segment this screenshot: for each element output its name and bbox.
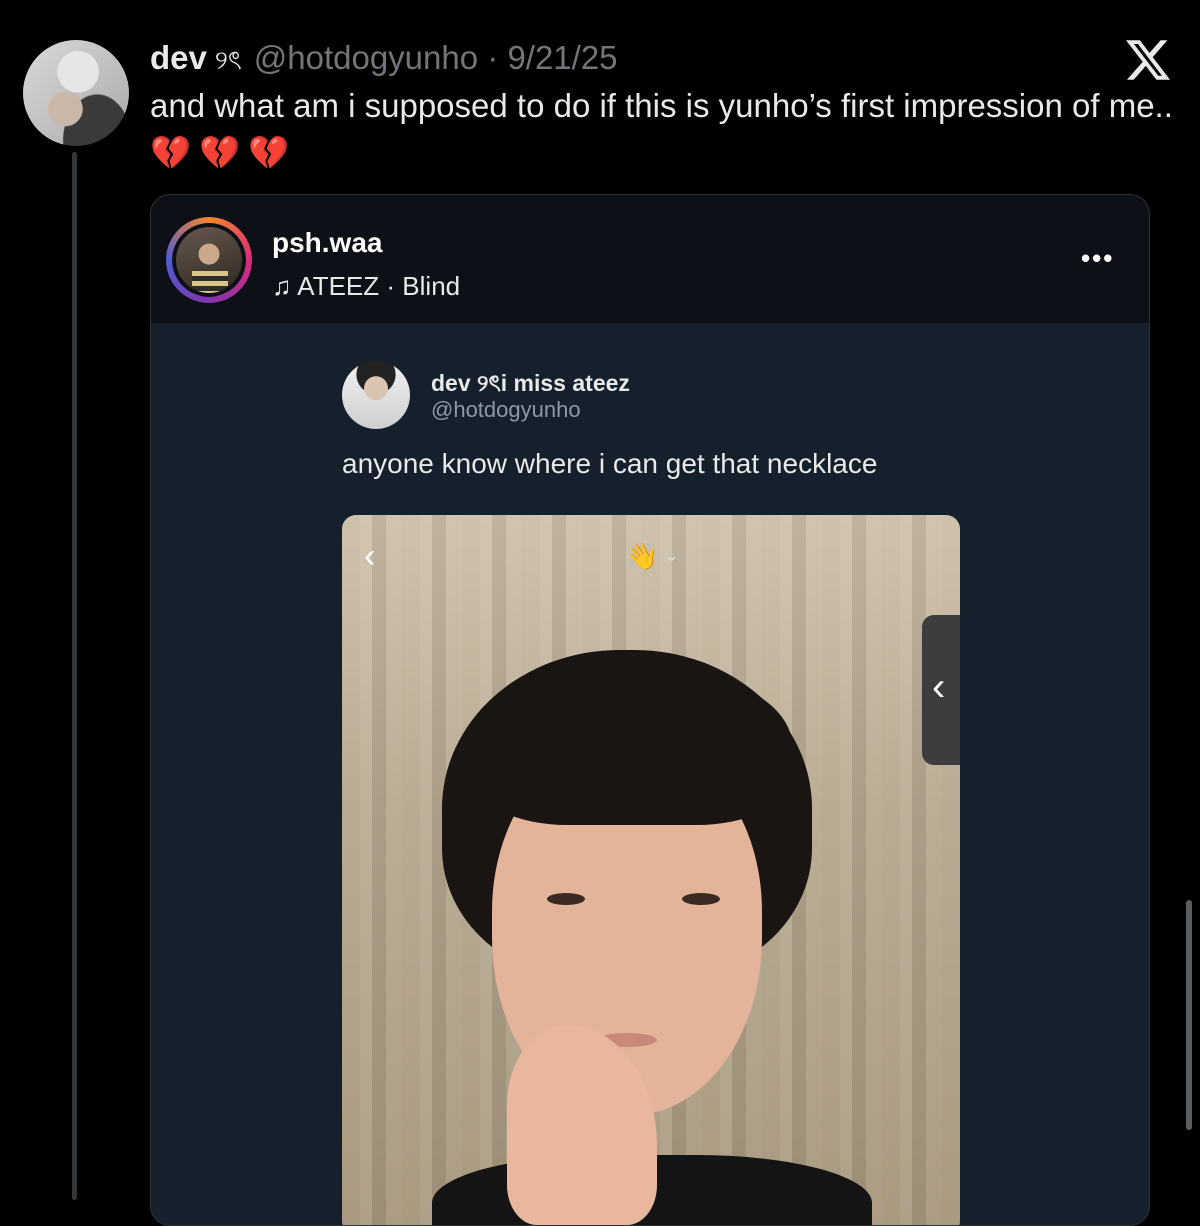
author-avatar[interactable]	[23, 40, 129, 146]
wave-emoji-icon[interactable]: 👋	[626, 541, 658, 572]
embedded-instagram-post[interactable]: psh.waa ♫ ATEEZ · Blind ••• dev ୨ৎi miss…	[150, 194, 1150, 1226]
photo-fringe	[472, 665, 792, 825]
embedded-tweet-handle: @hotdogyunho	[431, 397, 581, 422]
embedded-tweet-text: anyone know where i can get that necklac…	[342, 448, 878, 479]
tweet-date[interactable]: 9/21/25	[507, 39, 617, 76]
author-display-name[interactable]: dev	[150, 39, 207, 76]
music-note-icon: ♫	[272, 271, 292, 301]
author-handle[interactable]: @hotdogyunho	[254, 39, 478, 76]
post-photo[interactable]: ‹ 👋 ⌄ ‹	[342, 515, 960, 1225]
side-tab-chevron-icon: ‹	[932, 665, 946, 709]
music-artist: ATEEZ	[297, 271, 380, 301]
photo-eye-right	[682, 893, 720, 905]
tweet-body: and what am i supposed to do if this is …	[150, 87, 1173, 124]
header-separator: ·	[487, 39, 499, 76]
post-header	[151, 195, 1149, 323]
photo-eye-left	[547, 893, 585, 905]
tweet-header: dev ୨ৎ @hotdogyunho · 9/21/25	[150, 36, 618, 80]
chevron-down-icon[interactable]: ⌄	[664, 545, 679, 566]
music-info[interactable]: ♫ ATEEZ · Blind	[272, 271, 460, 302]
scrollbar[interactable]	[1186, 900, 1192, 1130]
music-song: Blind	[402, 271, 461, 301]
thread-line	[72, 152, 77, 1200]
more-dots-icon[interactable]: •••	[1081, 243, 1114, 274]
poster-username[interactable]: psh.waa	[272, 227, 382, 259]
x-logo-icon	[1126, 40, 1170, 80]
name-glyph: ୨ৎ	[214, 45, 242, 75]
embedded-tweet-avatar	[342, 361, 410, 429]
tweet-text: and what am i supposed to do if this is …	[150, 82, 1190, 176]
broken-heart-emojis: 💔💔💔	[150, 134, 298, 171]
back-chevron-icon[interactable]: ‹	[364, 537, 375, 576]
poster-avatar[interactable]	[172, 223, 246, 297]
music-separator: ·	[386, 271, 396, 301]
